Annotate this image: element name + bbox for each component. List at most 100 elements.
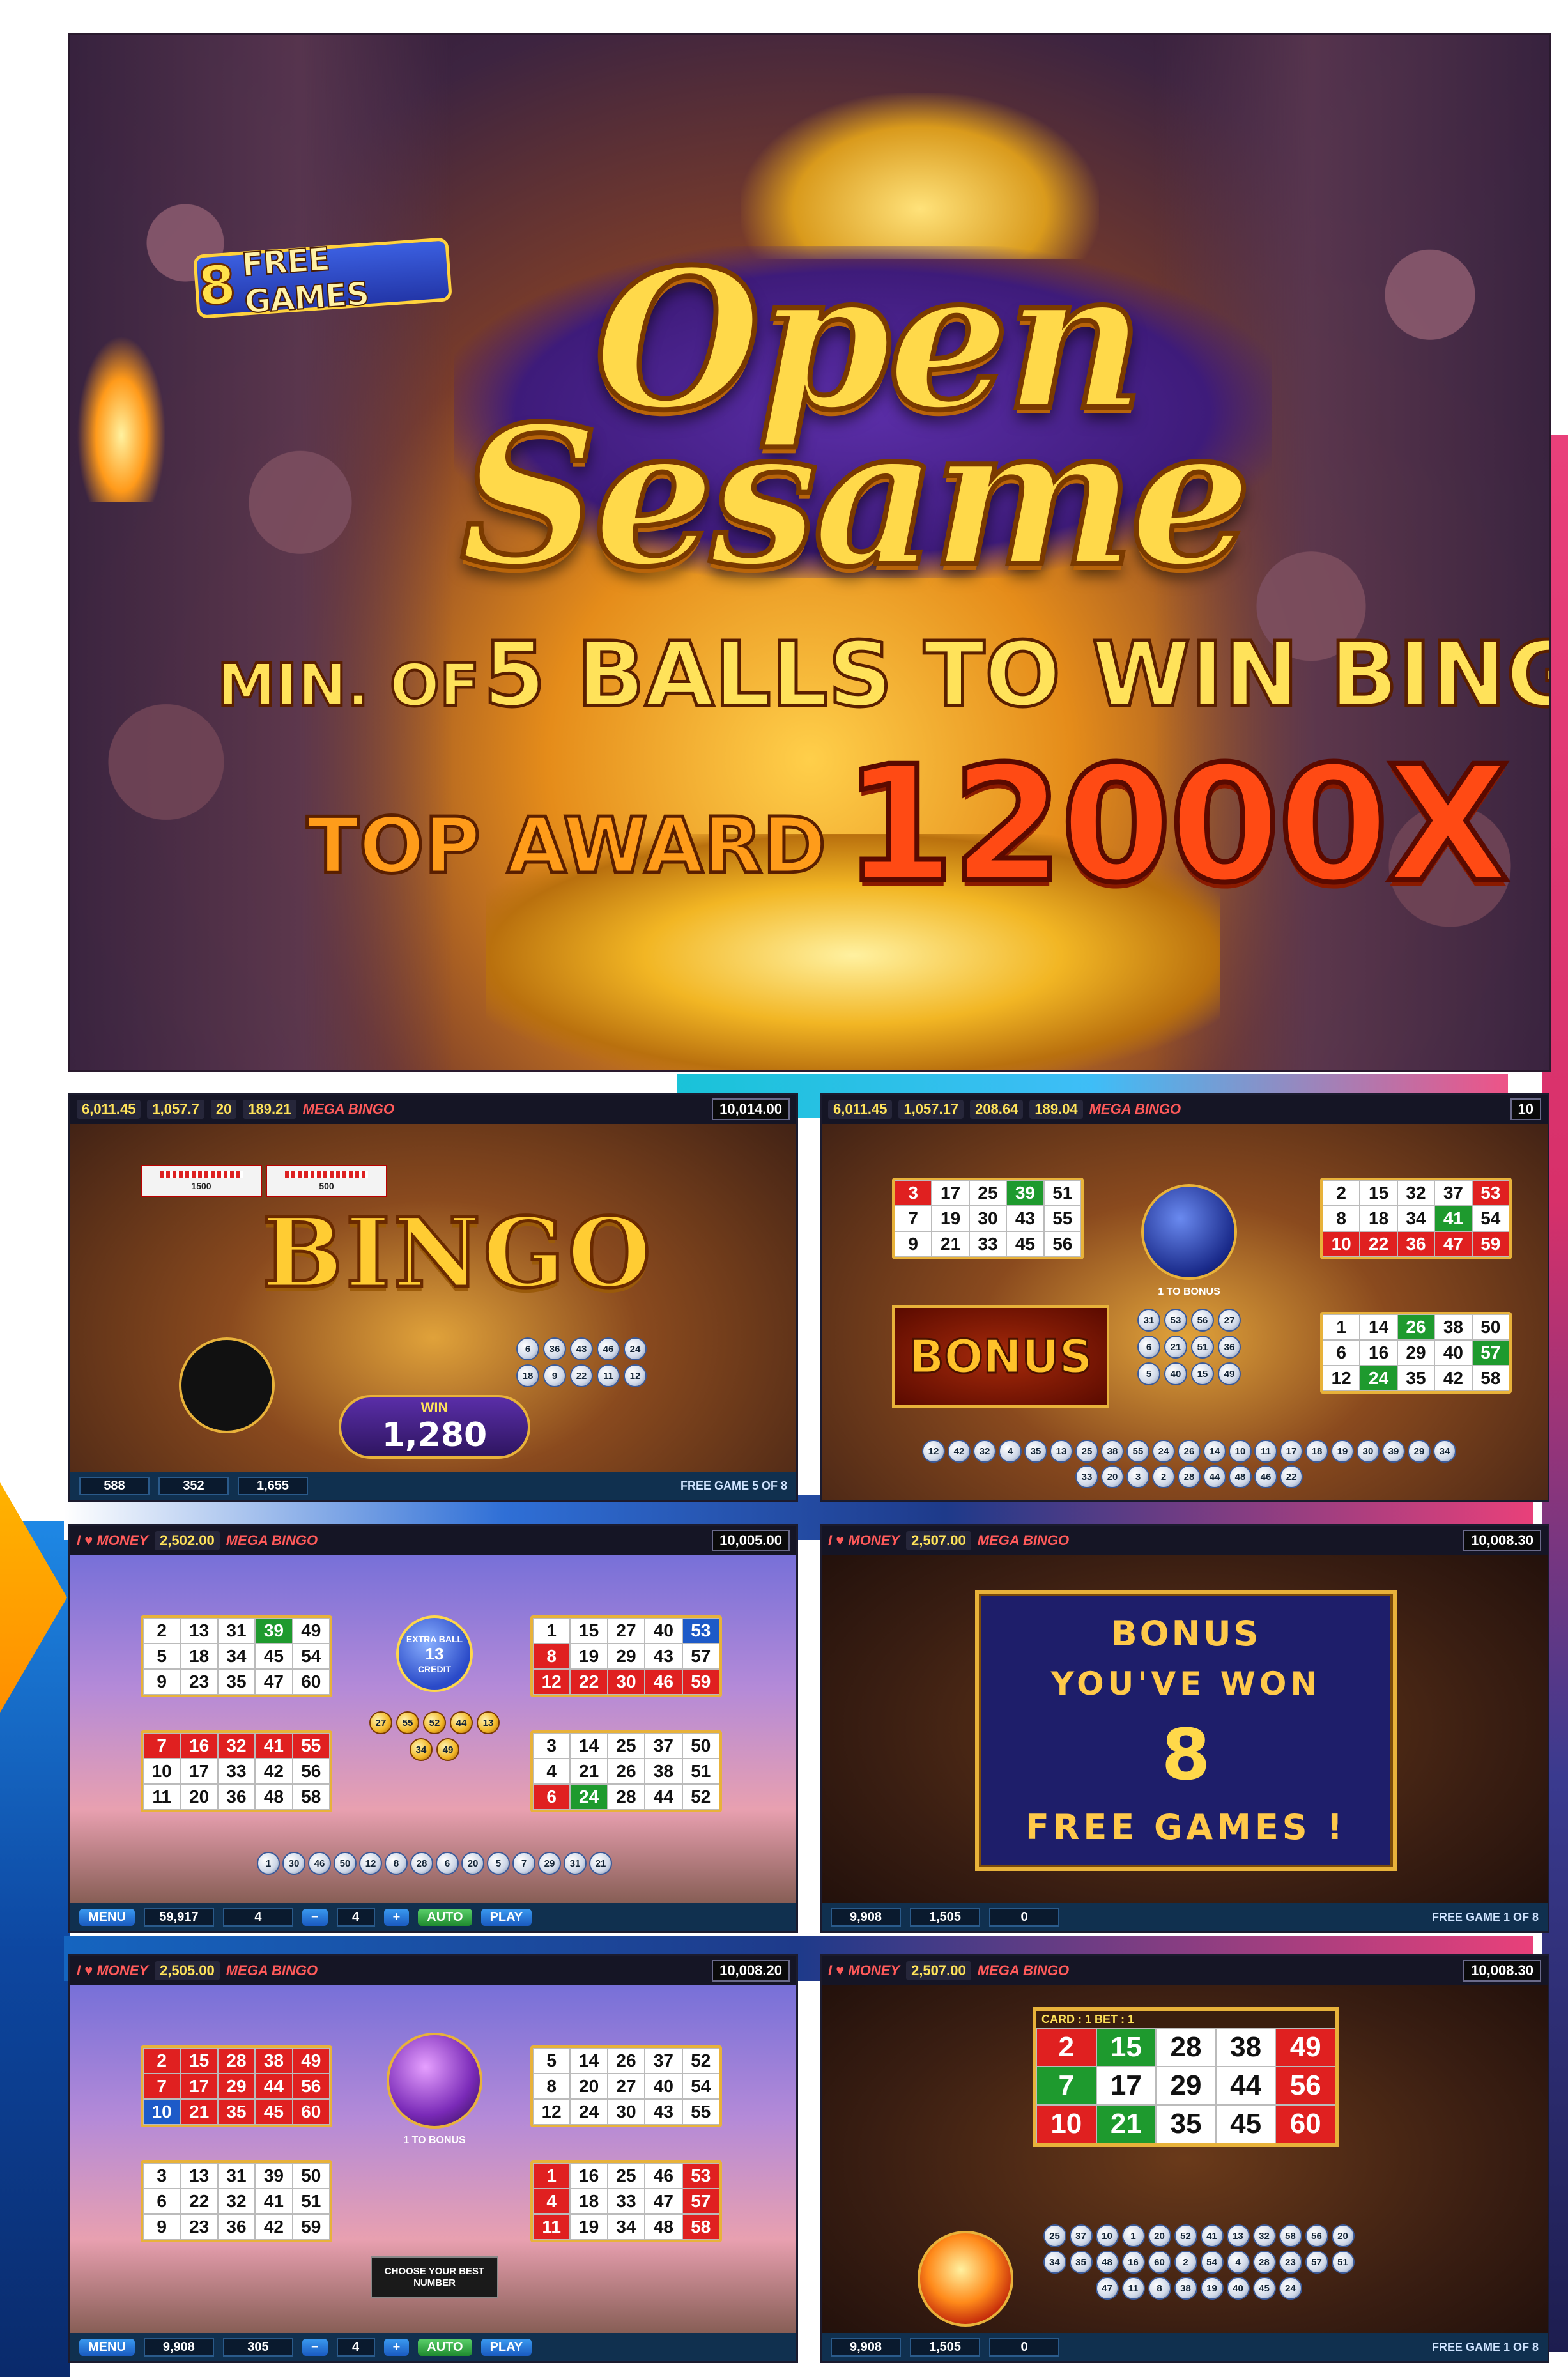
play-button[interactable]: PLAY bbox=[480, 2338, 532, 2356]
ball: 43 bbox=[570, 1337, 593, 1360]
bet-increase-button[interactable]: + bbox=[383, 1908, 410, 1926]
bet-increase-button[interactable]: + bbox=[383, 2338, 410, 2356]
card-cell: 36 bbox=[217, 1784, 256, 1810]
card-cell: 19 bbox=[570, 2214, 608, 2240]
ball: 8 bbox=[1148, 2277, 1171, 2300]
auto-button[interactable]: AUTO bbox=[418, 1908, 472, 1926]
card-cell: 53 bbox=[682, 2163, 719, 2189]
ball: 9 bbox=[543, 1364, 566, 1387]
card-cell: 40 bbox=[645, 1618, 682, 1644]
ball: 27 bbox=[1218, 1309, 1241, 1332]
play-button[interactable]: PLAY bbox=[480, 1908, 532, 1926]
ball: 13 bbox=[1050, 1440, 1073, 1463]
top-bar: I ♥ MONEY 2,505.00 MEGA BINGO 10,008.20 bbox=[70, 1956, 796, 1985]
torch-flame bbox=[77, 335, 166, 502]
card-cell: 58 bbox=[1472, 1366, 1509, 1391]
bingo-card-3: 3 13 31 39 50 6 22 32 41 51 9 23 36 42 5… bbox=[141, 2160, 332, 2242]
card-cell: 30 bbox=[607, 2099, 645, 2125]
hero-banner: 8 FREE GAMES Open Sesame MIN. OF 5 BALLS… bbox=[68, 33, 1551, 1072]
card-cell: 37 bbox=[645, 1733, 682, 1759]
card-cell: 42 bbox=[255, 2214, 293, 2240]
bet-decrease-button[interactable]: − bbox=[302, 2338, 328, 2356]
ball: 5 bbox=[1137, 1362, 1160, 1385]
win-field: 1,505 bbox=[910, 2337, 980, 2357]
card-cell: 42 bbox=[255, 1759, 293, 1784]
brand-logo: I ♥ MONEY bbox=[828, 1962, 900, 1978]
card-cell: 37 bbox=[645, 2048, 682, 2074]
card-cell: 59 bbox=[1472, 1231, 1509, 1257]
card-cell: 6 bbox=[533, 1784, 571, 1810]
balance-left: 2,507.00 bbox=[906, 1531, 971, 1550]
balance-display: 10,014.00 bbox=[712, 1098, 790, 1120]
ball: 53 bbox=[1164, 1309, 1187, 1332]
ball: 35 bbox=[1024, 1440, 1047, 1463]
card-cell: 50 bbox=[292, 2163, 330, 2189]
bonus-orb-label: 1 TO BONUS bbox=[403, 2135, 466, 2146]
top-award-text: TOP AWARD bbox=[305, 801, 828, 893]
card-cell: 41 bbox=[255, 2189, 293, 2214]
card-cell: 39 bbox=[255, 2163, 293, 2189]
ball: 13 bbox=[477, 1711, 500, 1734]
card-cell: 12 bbox=[533, 1669, 571, 1695]
extra-ball-credit: CREDIT bbox=[417, 1663, 452, 1674]
card-cell: 20 bbox=[180, 1784, 218, 1810]
card-cell: 6 bbox=[1323, 1340, 1360, 1366]
ball: 15 bbox=[1191, 1362, 1214, 1385]
card-cell: 30 bbox=[969, 1206, 1007, 1231]
mega-bingo-tag: MEGA BINGO bbox=[1089, 1101, 1181, 1117]
card-cell: 35 bbox=[217, 1669, 256, 1695]
card-cell: 50 bbox=[682, 1733, 719, 1759]
total-bet-field: 4 bbox=[336, 2337, 375, 2357]
ball: 20 bbox=[1331, 2224, 1355, 2247]
card-cell: 47 bbox=[1434, 1231, 1472, 1257]
card-cell: 25 bbox=[969, 1180, 1007, 1206]
menu-button[interactable]: MENU bbox=[79, 1908, 135, 1926]
ball: 41 bbox=[1200, 2224, 1224, 2247]
menu-button[interactable]: MENU bbox=[79, 2338, 135, 2356]
card-cell: 7 bbox=[895, 1206, 932, 1231]
card-cell: 44 bbox=[255, 2074, 293, 2099]
card-cell: 26 bbox=[607, 1759, 645, 1784]
card-cell: 2 bbox=[1036, 2028, 1096, 2067]
ball: 6 bbox=[436, 1852, 459, 1875]
card-cell: 41 bbox=[255, 1733, 293, 1759]
ball: 40 bbox=[1226, 2277, 1250, 2300]
ball: 51 bbox=[1331, 2251, 1355, 2274]
credits-field: 9,908 bbox=[143, 2337, 214, 2357]
card-cell: 18 bbox=[180, 1644, 218, 1669]
screenshot-free-games-award: I ♥ MONEY 2,507.00 MEGA BINGO 10,008.30 … bbox=[820, 1524, 1549, 1933]
free-game-status: FREE GAME 1 OF 8 bbox=[1431, 2340, 1539, 2353]
ball: 4 bbox=[999, 1440, 1022, 1463]
card-cell: 21 bbox=[1096, 2105, 1157, 2143]
auto-button[interactable]: AUTO bbox=[418, 2338, 472, 2356]
extra-ball-button[interactable]: EXTRA BALL 13 CREDIT bbox=[396, 1615, 473, 1692]
jackpot-2: 1,057.7 bbox=[147, 1100, 204, 1119]
card-cell: 13 bbox=[180, 2163, 218, 2189]
ball: 40 bbox=[1164, 1362, 1187, 1385]
bingo-card-4: 3 14 25 37 50 4 21 26 38 51 6 24 28 44 5… bbox=[530, 1730, 722, 1812]
card-cell: 11 bbox=[533, 2214, 571, 2240]
card-cell: 4 bbox=[533, 2189, 571, 2214]
bingo-card-2: 5 14 26 37 52 8 20 27 40 54 12 24 30 43 … bbox=[530, 2045, 722, 2127]
ball: 3 bbox=[1126, 1465, 1149, 1488]
brand-logo: I ♥ MONEY bbox=[77, 1532, 149, 1548]
bet-field: 4 bbox=[222, 1907, 293, 1927]
ball: 5 bbox=[487, 1852, 510, 1875]
card-cell: 32 bbox=[217, 2189, 256, 2214]
card-cell: 38 bbox=[1215, 2028, 1276, 2067]
ball: 31 bbox=[1137, 1309, 1160, 1332]
promo-page: 8 FREE GAMES Open Sesame MIN. OF 5 BALLS… bbox=[0, 0, 1568, 2379]
ball: 20 bbox=[1148, 2224, 1171, 2247]
ball: 27 bbox=[369, 1711, 392, 1734]
drawn-balls: 12 42 32 4 35 13 25 38 55 24 26 14 10 11… bbox=[918, 1440, 1461, 1488]
ball: 33 bbox=[1075, 1465, 1098, 1488]
bingo-card-1: 3 17 25 39 51 7 19 30 43 55 9 21 33 45 5… bbox=[892, 1178, 1084, 1259]
card-cell: 2 bbox=[1323, 1180, 1360, 1206]
ball: 52 bbox=[423, 1711, 446, 1734]
card-cell: 10 bbox=[143, 2099, 181, 2125]
card-cell: 46 bbox=[645, 1669, 682, 1695]
bet-decrease-button[interactable]: − bbox=[302, 1908, 328, 1926]
screenshot-choose-number: I ♥ MONEY 2,505.00 MEGA BINGO 10,008.20 … bbox=[68, 1954, 798, 2363]
card-cell: 14 bbox=[1360, 1314, 1397, 1340]
card-cell: 8 bbox=[1323, 1206, 1360, 1231]
